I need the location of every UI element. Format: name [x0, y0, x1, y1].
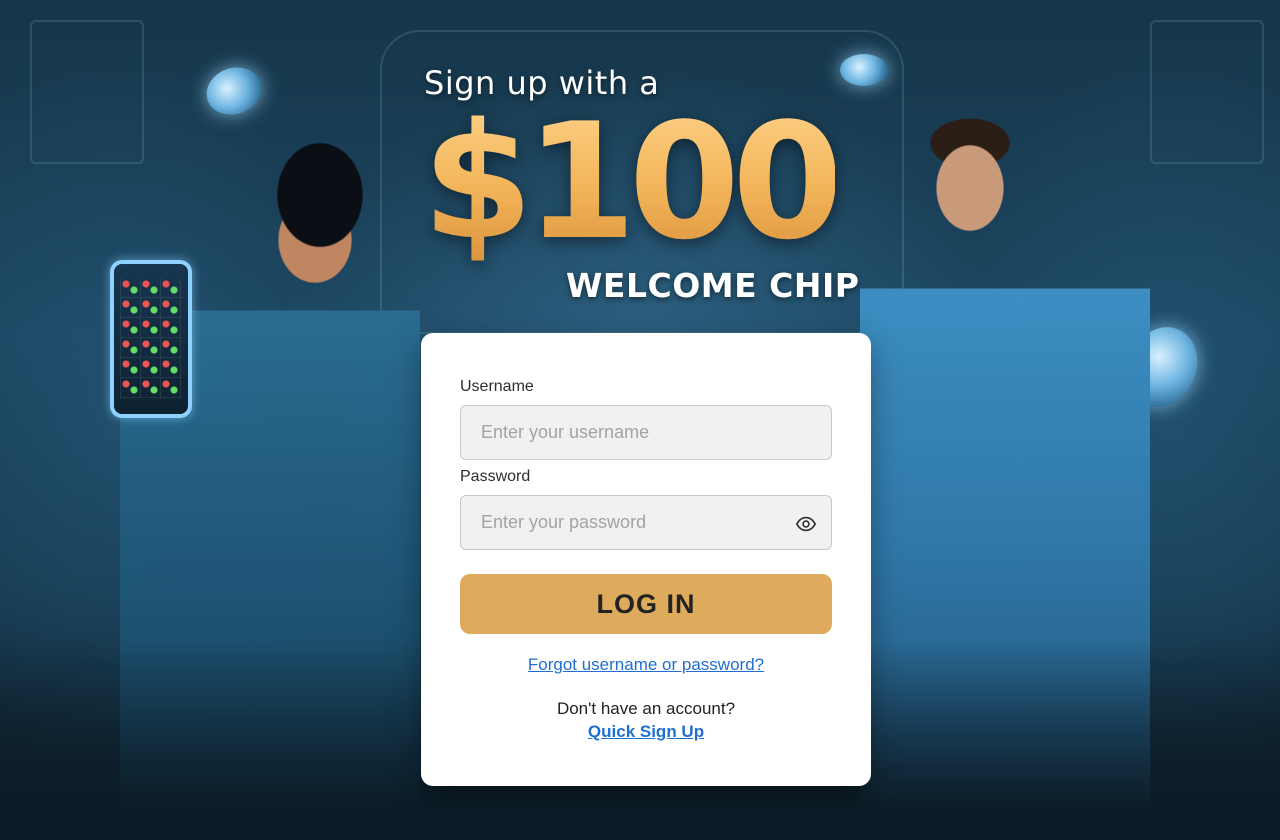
eye-icon[interactable] — [795, 513, 817, 535]
password-input[interactable] — [461, 496, 831, 549]
password-label: Password — [460, 468, 531, 485]
promo-banner: Sign up with a $100 WELCOME CHIP — [0, 0, 1280, 330]
password-field-wrap — [460, 495, 832, 550]
username-field-wrap — [460, 405, 832, 460]
quick-signup-link[interactable]: Quick Sign Up — [421, 722, 871, 742]
forgot-credentials-link[interactable]: Forgot username or password? — [421, 655, 871, 675]
username-label: Username — [460, 378, 534, 395]
login-button[interactable]: LOG IN — [460, 574, 832, 634]
login-card: Username Password LOG IN Forgot username… — [421, 333, 871, 786]
no-account-text: Don't have an account? — [556, 699, 736, 718]
promo-amount: $100 — [422, 88, 843, 275]
username-input[interactable] — [461, 406, 831, 459]
promo-subline: WELCOME CHIP — [566, 266, 860, 305]
